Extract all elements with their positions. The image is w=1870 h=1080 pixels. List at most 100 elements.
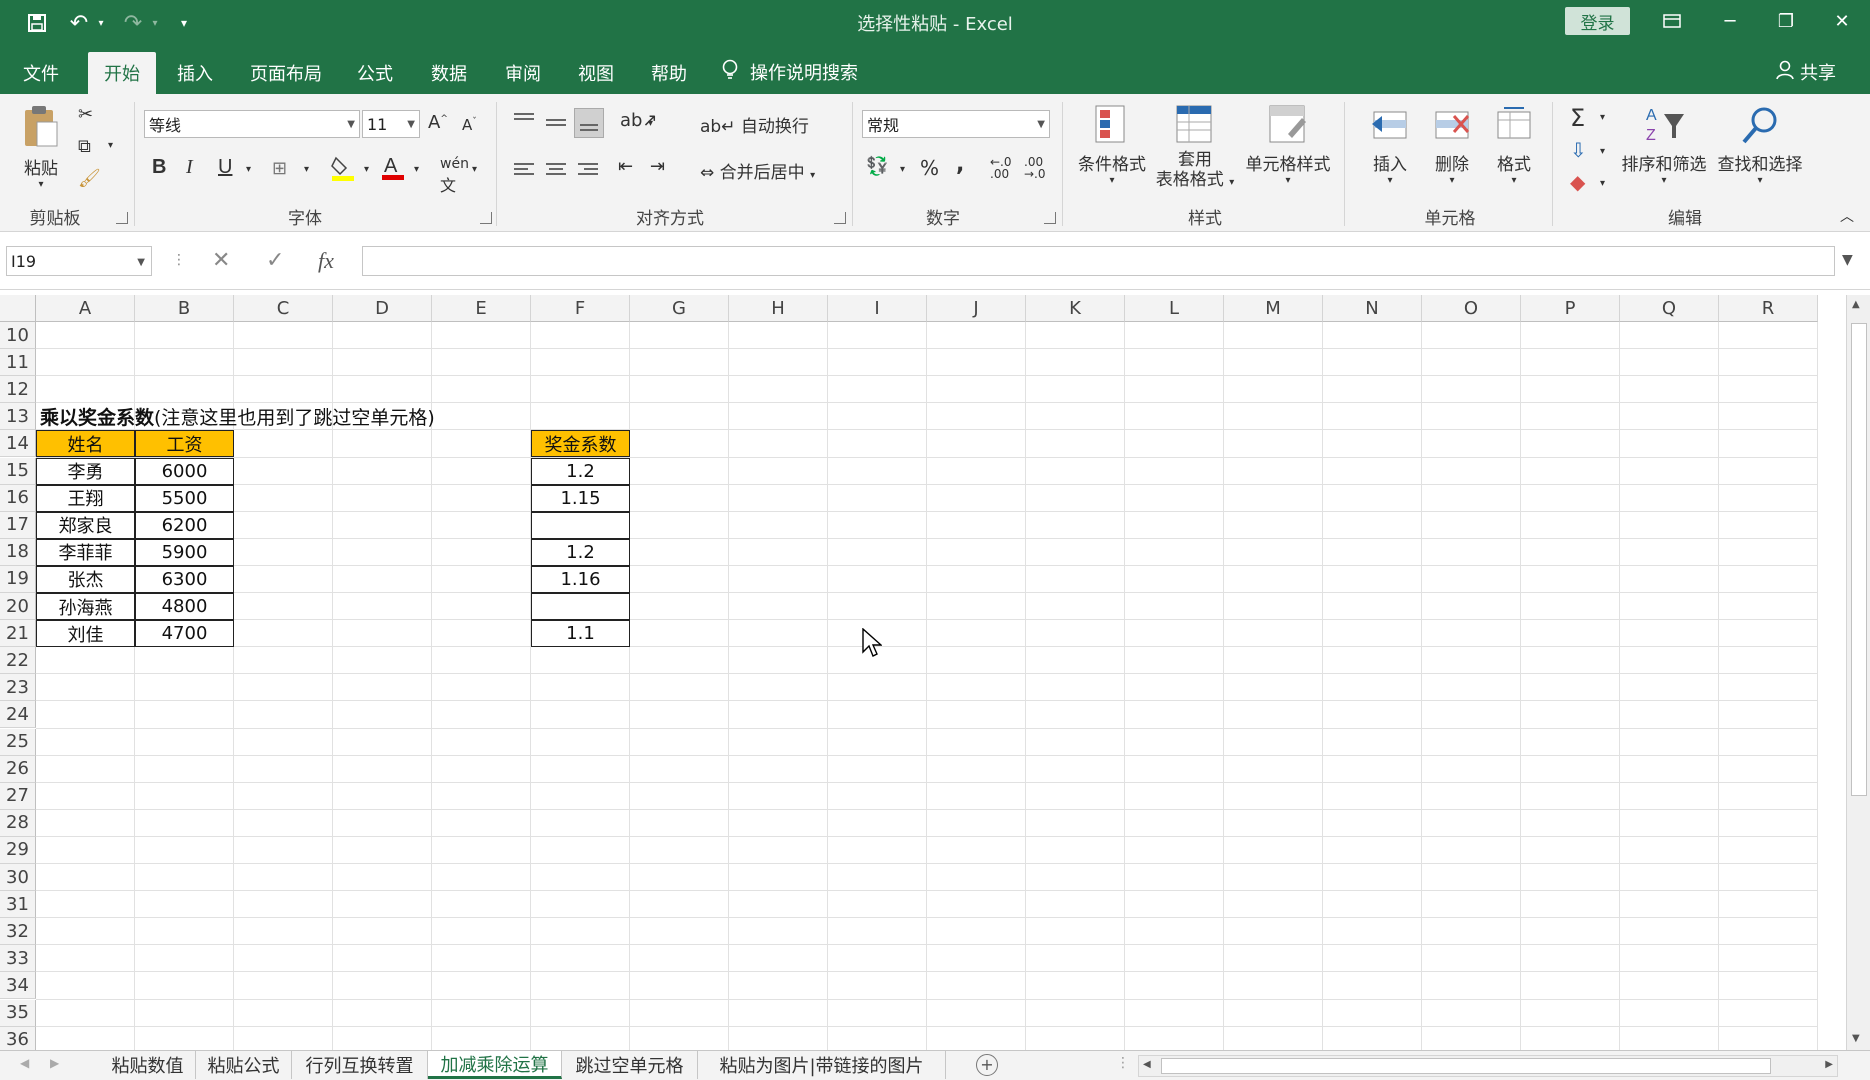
- cell-styles-button[interactable]: 单元格样式 ▾: [1240, 104, 1336, 186]
- login-button[interactable]: 登录: [1565, 7, 1630, 35]
- salary-cell[interactable]: 4700: [135, 620, 234, 648]
- close-icon[interactable]: ✕: [1822, 6, 1862, 36]
- bold-button[interactable]: B: [152, 156, 166, 179]
- minimize-icon[interactable]: ─: [1710, 6, 1750, 36]
- sheet-tab-skip-blanks[interactable]: 跳过空单元格: [562, 1051, 698, 1079]
- row-header-34[interactable]: 34: [0, 972, 36, 1000]
- format-as-table-button[interactable]: 套用 表格格式 ▾: [1150, 104, 1240, 193]
- horizontal-scroll-thumb[interactable]: [1161, 1058, 1771, 1074]
- autosum-dropdown-icon[interactable]: ▾: [1600, 112, 1605, 123]
- column-header-h[interactable]: H: [729, 295, 828, 322]
- row-header-24[interactable]: 24: [0, 701, 36, 729]
- fill-dropdown-icon[interactable]: ▾: [1600, 146, 1605, 157]
- phonetic-icon[interactable]: wén 文: [440, 156, 469, 196]
- tab-view[interactable]: 视图: [563, 52, 629, 94]
- row-header-30[interactable]: 30: [0, 864, 36, 892]
- row-header-23[interactable]: 23: [0, 674, 36, 702]
- italic-button[interactable]: I: [186, 156, 193, 179]
- clipboard-launcher-icon[interactable]: [116, 212, 128, 224]
- expand-formula-bar-icon[interactable]: ▼: [1842, 252, 1853, 268]
- row-header-36[interactable]: 36: [0, 1026, 36, 1050]
- number-launcher-icon[interactable]: [1044, 212, 1056, 224]
- vertical-scrollbar[interactable]: ▲ ▼: [1846, 295, 1870, 1050]
- fill-color-dropdown-icon[interactable]: ▾: [364, 164, 369, 175]
- align-right-icon[interactable]: [578, 160, 598, 178]
- column-header-e[interactable]: E: [432, 295, 531, 322]
- scroll-up-icon[interactable]: ▲: [1852, 299, 1860, 310]
- column-header-i[interactable]: I: [828, 295, 927, 322]
- name-cell[interactable]: 李菲菲: [36, 538, 135, 566]
- column-header-g[interactable]: G: [630, 295, 729, 322]
- paste-dropdown-icon[interactable]: ▾: [38, 179, 43, 190]
- merge-center-button[interactable]: ⇔ 合并后居中 ▾: [700, 158, 815, 183]
- font-launcher-icon[interactable]: [480, 212, 492, 224]
- tab-formulas[interactable]: 公式: [342, 52, 408, 94]
- comma-button[interactable]: ,: [956, 152, 964, 177]
- tab-help[interactable]: 帮助: [636, 52, 702, 94]
- row-header-11[interactable]: 11: [0, 349, 36, 377]
- row-header-13[interactable]: 13: [0, 403, 36, 431]
- decrease-indent-icon[interactable]: ⇤: [618, 156, 633, 177]
- salary-cell[interactable]: 6300: [135, 565, 234, 593]
- column-header-j[interactable]: J: [927, 295, 1026, 322]
- worksheet-grid[interactable]: ABCDEFGHIJKLMNOPQR 10 11 12 13 14 15 16 17 18 19 2…: [0, 295, 1846, 1050]
- sheet-scroll-right-icon[interactable]: ▶: [50, 1056, 59, 1070]
- format-painter-icon[interactable]: 🖌: [78, 168, 101, 189]
- clear-dropdown-icon[interactable]: ▾: [1600, 178, 1605, 189]
- phonetic-dropdown-icon[interactable]: ▾: [472, 164, 477, 175]
- ribbon-display-options-icon[interactable]: [1652, 6, 1692, 36]
- sheet-tab-paste-formulas[interactable]: 粘贴公式: [196, 1051, 292, 1079]
- row-header-21[interactable]: 21: [0, 620, 36, 648]
- sheet-tab-paste-values[interactable]: 粘贴数值: [100, 1051, 196, 1079]
- decrease-font-icon[interactable]: Aˇ: [462, 116, 477, 134]
- tab-file[interactable]: 文件: [8, 52, 74, 94]
- font-color-icon[interactable]: A: [380, 152, 406, 187]
- tab-page-layout[interactable]: 页面布局: [236, 52, 336, 94]
- increase-indent-icon[interactable]: ⇥: [650, 156, 665, 177]
- alignment-launcher-icon[interactable]: [834, 212, 846, 224]
- coefficient-cell[interactable]: 1.15: [531, 484, 630, 512]
- sort-filter-button[interactable]: AZ 排序和筛选 ▾: [1616, 104, 1712, 186]
- copy-dropdown-icon[interactable]: ▾: [108, 140, 113, 151]
- number-format-select[interactable]: 常规 ▼: [862, 110, 1050, 138]
- column-header-d[interactable]: D: [333, 295, 432, 322]
- cut-icon[interactable]: ✂: [78, 104, 93, 125]
- column-header-m[interactable]: M: [1224, 295, 1323, 322]
- scroll-down-icon[interactable]: ▼: [1852, 1033, 1860, 1044]
- name-cell[interactable]: 李勇: [36, 457, 135, 485]
- conditional-formatting-button[interactable]: 条件格式 ▾: [1072, 104, 1152, 186]
- font-size-select[interactable]: 11 ▼: [362, 110, 420, 138]
- table-header-cell[interactable]: 工资: [135, 430, 234, 458]
- paste-button[interactable]: 粘贴 ▾: [16, 104, 66, 190]
- add-sheet-icon[interactable]: +: [976, 1054, 998, 1076]
- name-box[interactable]: I19 ▼: [6, 246, 152, 276]
- name-cell[interactable]: 刘佳: [36, 620, 135, 648]
- restore-icon[interactable]: ❐: [1766, 6, 1806, 36]
- section-title[interactable]: 乘以奖金系数 (注意这里也用到了跳过空单元格): [40, 403, 435, 430]
- table-header-cell[interactable]: 姓名: [36, 430, 135, 458]
- tab-data[interactable]: 数据: [416, 52, 482, 94]
- delete-cells-button[interactable]: 删除 ▾: [1422, 104, 1482, 186]
- percent-button[interactable]: %: [920, 156, 939, 180]
- insert-function-button[interactable]: fx: [318, 248, 334, 274]
- align-top-icon[interactable]: [514, 110, 534, 123]
- splitter-icon[interactable]: ⋮: [1116, 1055, 1130, 1071]
- row-header-18[interactable]: 18: [0, 538, 36, 566]
- sheet-scroll-left-icon[interactable]: ◀: [20, 1056, 29, 1070]
- name-cell[interactable]: 孙海燕: [36, 593, 135, 621]
- name-cell[interactable]: 郑家良: [36, 511, 135, 539]
- tab-review[interactable]: 审阅: [490, 52, 556, 94]
- align-bottom-icon[interactable]: [574, 108, 604, 138]
- copy-icon[interactable]: ⧉: [78, 136, 91, 157]
- salary-cell[interactable]: 5500: [135, 484, 234, 512]
- underline-dropdown-icon[interactable]: ▾: [246, 164, 251, 175]
- column-header-f[interactable]: F: [531, 295, 630, 322]
- column-header-a[interactable]: A: [36, 295, 135, 322]
- row-header-25[interactable]: 25: [0, 728, 36, 756]
- row-header-27[interactable]: 27: [0, 782, 36, 810]
- accounting-format-icon[interactable]: 💱: [866, 156, 888, 177]
- enter-icon[interactable]: ✓: [266, 248, 284, 273]
- row-header-26[interactable]: 26: [0, 755, 36, 783]
- vertical-scroll-thumb[interactable]: [1851, 323, 1867, 796]
- coefficient-header-cell[interactable]: 奖金系数: [531, 430, 630, 458]
